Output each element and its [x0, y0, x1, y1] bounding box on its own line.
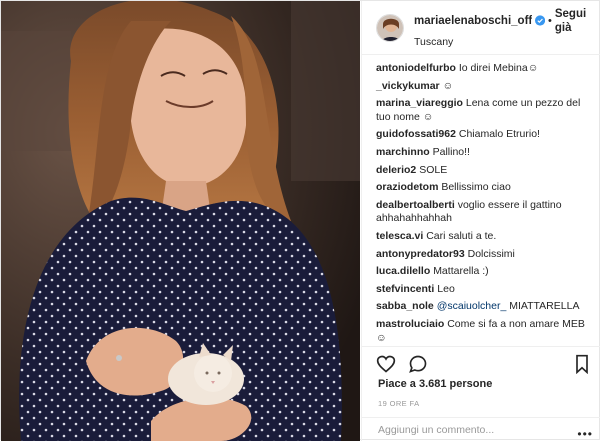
- comment-text: Mattarella :): [433, 265, 489, 278]
- comment-item: oraziodetom Bellissimo ciao: [376, 181, 588, 195]
- comment-username[interactable]: _vickykumar: [376, 80, 440, 92]
- comment-username[interactable]: stefvincenti: [376, 283, 434, 295]
- comment-username[interactable]: guidofossati962: [376, 128, 456, 140]
- comment-item: antonypredator93 Dolcissimi: [376, 248, 588, 262]
- comment-item: dealbertoalberti voglio essere il gattin…: [376, 199, 588, 226]
- comment-username[interactable]: mastroluciaio: [376, 318, 444, 330]
- header-row: mariaelenaboschi_off... • Segui già: [414, 7, 600, 35]
- verified-icon: [534, 15, 545, 26]
- comment-item: sabba_nole @scaiuolcher_ MIATTARELLA: [376, 300, 588, 314]
- more-options-button[interactable]: •••: [577, 427, 593, 441]
- comment-item: guidofossati962 Chiamalo Etrurio!: [376, 128, 588, 142]
- comment-item: _vickykumar ☺: [376, 80, 588, 94]
- comment-username[interactable]: marchinno: [376, 146, 430, 158]
- comment-item: luca.dilello Mattarella :): [376, 265, 588, 279]
- comment-username[interactable]: luca.dilello: [376, 265, 430, 277]
- comment-username[interactable]: dealbertoalberti: [376, 199, 455, 211]
- comment-text: Io direi Mebina☺: [458, 62, 539, 74]
- post-header: mariaelenaboschi_off... • Segui già Tusc…: [362, 1, 600, 55]
- follow-button[interactable]: Segui già: [555, 7, 600, 35]
- comment-item: stefvincenti Leo: [376, 283, 588, 297]
- comment-item: antoniodelfurbo Io direi Mebina☺: [376, 62, 588, 76]
- comments-list[interactable]: antoniodelfurbo Io direi Mebina☺ _vickyk…: [362, 56, 600, 345]
- comment-icon[interactable]: [408, 354, 428, 374]
- avatar[interactable]: [376, 13, 404, 42]
- comment-text: MIATTARELLA: [509, 300, 580, 313]
- comment-text: Pallino!!: [432, 145, 470, 158]
- comment-username[interactable]: telesca.vi: [376, 230, 423, 242]
- separator-dot: •: [548, 14, 552, 27]
- comment-username[interactable]: marina_viareggio: [376, 97, 463, 109]
- avatar-image: [377, 14, 403, 41]
- post-image: [1, 1, 360, 441]
- comment-username[interactable]: antonypredator93: [376, 248, 465, 260]
- location-link[interactable]: Tuscany: [414, 35, 600, 49]
- comment-text: ☺: [442, 79, 454, 92]
- bookmark-icon[interactable]: [572, 354, 592, 374]
- header-text: mariaelenaboschi_off... • Segui già Tusc…: [414, 7, 600, 49]
- comment-item: marina_viareggio Lena come un pezzo del …: [376, 97, 588, 124]
- comment-text: Chiamalo Etrurio!: [458, 128, 540, 141]
- comment-username[interactable]: sabba_nole: [376, 300, 434, 312]
- comment-text: Bellissimo ciao: [441, 181, 511, 194]
- heart-icon[interactable]: [376, 354, 396, 374]
- comment-item: delerio2 SOLE: [376, 164, 588, 178]
- comment-text: SOLE: [419, 163, 448, 176]
- comment-input[interactable]: [378, 423, 578, 436]
- comment-text: Leo: [437, 282, 455, 295]
- instagram-post: mariaelenaboschi_off... • Segui già Tusc…: [0, 0, 600, 441]
- comment-item: mastroluciaio Come si fa a non amare MEB…: [376, 318, 588, 345]
- comment-text: Cari saluti a te.: [426, 229, 497, 242]
- comment-mention[interactable]: @scaiuolcher_: [437, 300, 507, 312]
- post-timestamp: 19 ORE FA: [378, 399, 420, 408]
- comment-item: telesca.vi Cari saluti a te.: [376, 230, 588, 244]
- comment-item: marchinno Pallino!!: [376, 146, 588, 160]
- likes-count[interactable]: Piace a 3.681 persone: [378, 378, 492, 390]
- comment-text: Dolcissimi: [467, 247, 515, 260]
- comment-username[interactable]: delerio2: [376, 164, 416, 176]
- add-comment-bar: [362, 417, 600, 441]
- action-bar: [362, 346, 600, 378]
- post-photo[interactable]: [1, 1, 360, 441]
- comment-username[interactable]: oraziodetom: [376, 181, 438, 193]
- post-sidebar: mariaelenaboschi_off... • Segui già Tusc…: [361, 1, 600, 441]
- comment-username[interactable]: antoniodelfurbo: [376, 62, 456, 74]
- username[interactable]: mariaelenaboschi_off...: [414, 14, 532, 28]
